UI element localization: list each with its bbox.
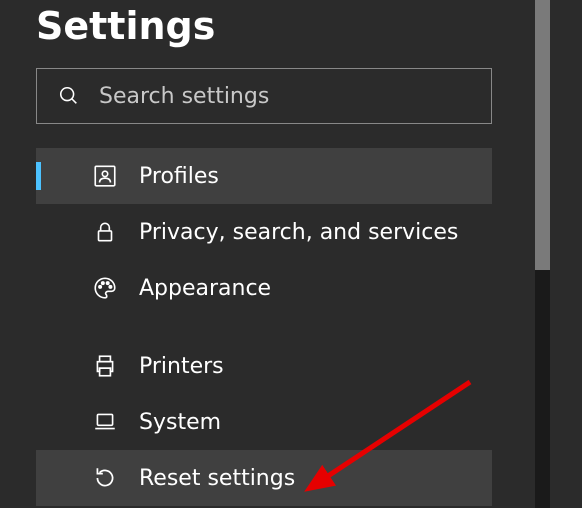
active-indicator [36,162,41,190]
search-input[interactable] [99,84,473,109]
nav-item-appearance[interactable]: Appearance [36,260,492,316]
nav-item-label: Printers [139,354,224,379]
nav-item-printers[interactable]: Printers [36,338,492,394]
lock-icon [91,218,119,246]
search-icon [55,82,83,110]
nav-item-privacy[interactable]: Privacy, search, and services [36,204,492,260]
settings-nav-list: Profiles Privacy, search, and services [36,148,492,506]
page-title: Settings [36,0,492,68]
nav-item-reset[interactable]: Reset settings [36,450,492,506]
nav-item-label: System [139,410,221,435]
nav-item-label: Profiles [139,164,219,189]
nav-item-label: Reset settings [139,466,295,491]
printer-icon [91,352,119,380]
nav-item-label: Privacy, search, and services [139,220,458,245]
laptop-icon [91,408,119,436]
reset-icon [91,464,119,492]
nav-spacer [36,316,492,338]
nav-item-label: Appearance [139,276,271,301]
profiles-icon [91,162,119,190]
nav-item-profiles[interactable]: Profiles [36,148,492,204]
nav-item-system[interactable]: System [36,394,492,450]
search-container[interactable] [36,68,492,124]
scrollbar-thumb[interactable] [535,0,550,270]
palette-icon [91,274,119,302]
